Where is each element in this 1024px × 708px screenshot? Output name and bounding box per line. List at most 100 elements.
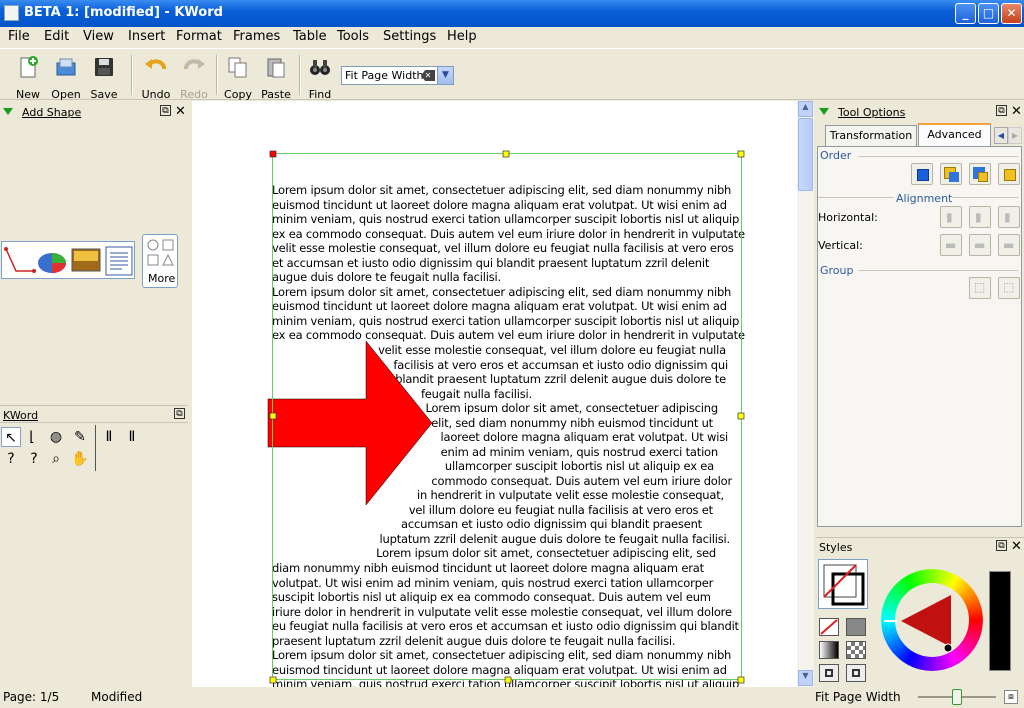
tab-scroll-left-icon[interactable]: ◀: [994, 127, 1008, 144]
align-center-h-button[interactable]: ▮: [969, 206, 991, 228]
float-dock-icon[interactable]: ⧉: [174, 408, 185, 419]
more-shapes-button[interactable]: More: [142, 234, 178, 288]
solid-color-button[interactable]: [846, 618, 866, 636]
undo-button[interactable]: Undo: [138, 53, 174, 101]
align-bottom-button[interactable]: ▬: [998, 234, 1020, 256]
align-center-v-button[interactable]: ▬: [969, 234, 991, 256]
stroke-fill-preview[interactable]: [818, 559, 868, 609]
chevron-down-icon[interactable]: ▼: [437, 67, 453, 84]
minimize-button[interactable]: _: [955, 3, 976, 24]
color-triangle[interactable]: [901, 595, 951, 647]
collapse-triangle-icon[interactable]: [819, 108, 829, 115]
paste-button[interactable]: Paste: [258, 53, 294, 101]
color-wheel[interactable]: [881, 569, 983, 671]
kword-toolbox: ↖ ⌊ ◍ ✎ ? ? ⌕ ✋ Ⅱ Ⅱ: [0, 423, 188, 473]
add-shape-dock-header: Add Shape ⧉ ✕: [0, 103, 188, 121]
main-toolbar: New Open Save Undo Redo Copy Paste Find: [0, 48, 1024, 101]
select-tool-icon[interactable]: ↖: [1, 427, 21, 447]
zoom-tool-icon[interactable]: ⌕: [46, 449, 66, 469]
align-center-v-icon: ▬: [974, 238, 986, 252]
pan-hand-icon[interactable]: ✋: [70, 449, 90, 469]
opacity-slider[interactable]: [989, 571, 1011, 671]
help-tool-alt-icon[interactable]: ?: [24, 449, 44, 469]
save-button[interactable]: Save: [86, 53, 122, 101]
no-color-button[interactable]: [819, 618, 839, 636]
align-top-button[interactable]: ▬: [940, 234, 962, 256]
bring-to-front-button[interactable]: [911, 163, 933, 185]
menu-tools[interactable]: Tools: [337, 29, 369, 44]
gradient-button[interactable]: [819, 641, 839, 659]
stroke-rule-button[interactable]: [846, 664, 866, 682]
menu-table[interactable]: Table: [293, 29, 327, 44]
menu-frames[interactable]: Frames: [233, 29, 280, 44]
color-picker-handle[interactable]: [943, 643, 953, 653]
zoom-combo[interactable]: Fit Page Width ✕ ▼: [341, 66, 454, 85]
align-top-icon: ▬: [945, 238, 957, 252]
tab-transformation[interactable]: Transformation: [825, 125, 917, 147]
divider: [818, 197, 894, 198]
page-view-icon[interactable]: ⧈: [1004, 690, 1018, 704]
tab-scroll-right-icon[interactable]: ▶: [1008, 127, 1022, 144]
document-canvas[interactable]: Lorem ipsum dolor sit amet, consectetuer…: [192, 101, 797, 687]
close-dock-icon[interactable]: ✕: [175, 104, 186, 119]
fill-rule-button[interactable]: [819, 664, 839, 682]
close-button[interactable]: ✕: [1001, 3, 1022, 24]
redo-button[interactable]: Redo: [176, 53, 212, 101]
ungroup-button[interactable]: ⬚: [998, 277, 1020, 299]
menu-settings[interactable]: Settings: [383, 29, 436, 44]
copy-button[interactable]: Copy: [220, 53, 256, 101]
vertical-scrollbar[interactable]: ▲ ▼: [797, 101, 814, 687]
zoom-slider-handle[interactable]: [952, 689, 962, 705]
menu-insert[interactable]: Insert: [128, 29, 165, 44]
redo-arrow-icon: [184, 59, 205, 70]
tool-options-panel: Order Alignment Horizontal: ▮ ▮ ▮ Vertic…: [817, 146, 1022, 527]
find-button[interactable]: Find: [302, 53, 338, 101]
open-button[interactable]: Open: [48, 53, 84, 101]
gradient-tool-icon[interactable]: ◍: [46, 427, 66, 447]
raise-button[interactable]: [940, 163, 962, 185]
align-left-button[interactable]: ▮: [940, 206, 962, 228]
chart-shape-icon[interactable]: [38, 253, 66, 273]
scroll-up-arrow-icon[interactable]: ▲: [798, 101, 813, 117]
shapes-icon: [147, 239, 174, 266]
align-right-button[interactable]: ▮: [998, 206, 1020, 228]
pencil-tool-icon[interactable]: ✎: [70, 427, 90, 447]
close-dock-icon[interactable]: ✕: [1011, 104, 1022, 119]
pattern-button[interactable]: [846, 641, 866, 659]
collapse-triangle-icon[interactable]: [3, 108, 13, 115]
float-dock-icon[interactable]: ⧉: [160, 105, 171, 116]
paste-clipboard-icon: [267, 58, 285, 78]
float-dock-icon[interactable]: ⧉: [996, 105, 1007, 116]
menu-file[interactable]: File: [8, 29, 30, 44]
undo-arrow-icon: [145, 59, 166, 70]
lower-button[interactable]: [969, 163, 991, 185]
page-indicator: Page: 1/5: [3, 690, 60, 704]
path-tool-icon[interactable]: ⌊: [22, 427, 42, 447]
picture-shape-icon[interactable]: [71, 248, 101, 272]
close-dock-icon[interactable]: ✕: [1011, 539, 1022, 554]
help-tool-icon[interactable]: ?: [1, 449, 21, 469]
scrollbar-thumb[interactable]: [798, 118, 813, 191]
text-tool-alt-icon[interactable]: Ⅱ: [122, 427, 142, 447]
square-icon: [825, 669, 833, 677]
text-shape-icon[interactable]: [105, 246, 133, 276]
new-button[interactable]: New: [10, 53, 46, 101]
float-dock-icon[interactable]: ⧉: [996, 540, 1007, 551]
bring-to-front-icon: [917, 169, 929, 181]
red-arrow-shape[interactable]: [267, 340, 433, 506]
send-to-back-button[interactable]: [998, 163, 1020, 185]
connector-shape-icon[interactable]: [4, 247, 36, 273]
tab-advanced[interactable]: Advanced: [918, 123, 991, 147]
shape-palette: [1, 241, 135, 279]
floppy-disk-icon: [95, 58, 113, 76]
menu-format[interactable]: Format: [176, 29, 222, 44]
menu-view[interactable]: View: [83, 29, 114, 44]
text-tool-icon[interactable]: Ⅱ: [99, 427, 119, 447]
toolbar-separator: [131, 55, 133, 95]
maximize-button[interactable]: □: [978, 3, 999, 24]
no-color-icon: [820, 619, 838, 635]
menu-edit[interactable]: Edit: [44, 29, 69, 44]
scroll-down-arrow-icon[interactable]: ▼: [798, 670, 813, 686]
menu-help[interactable]: Help: [447, 29, 477, 44]
group-button[interactable]: ⬚: [969, 277, 991, 299]
